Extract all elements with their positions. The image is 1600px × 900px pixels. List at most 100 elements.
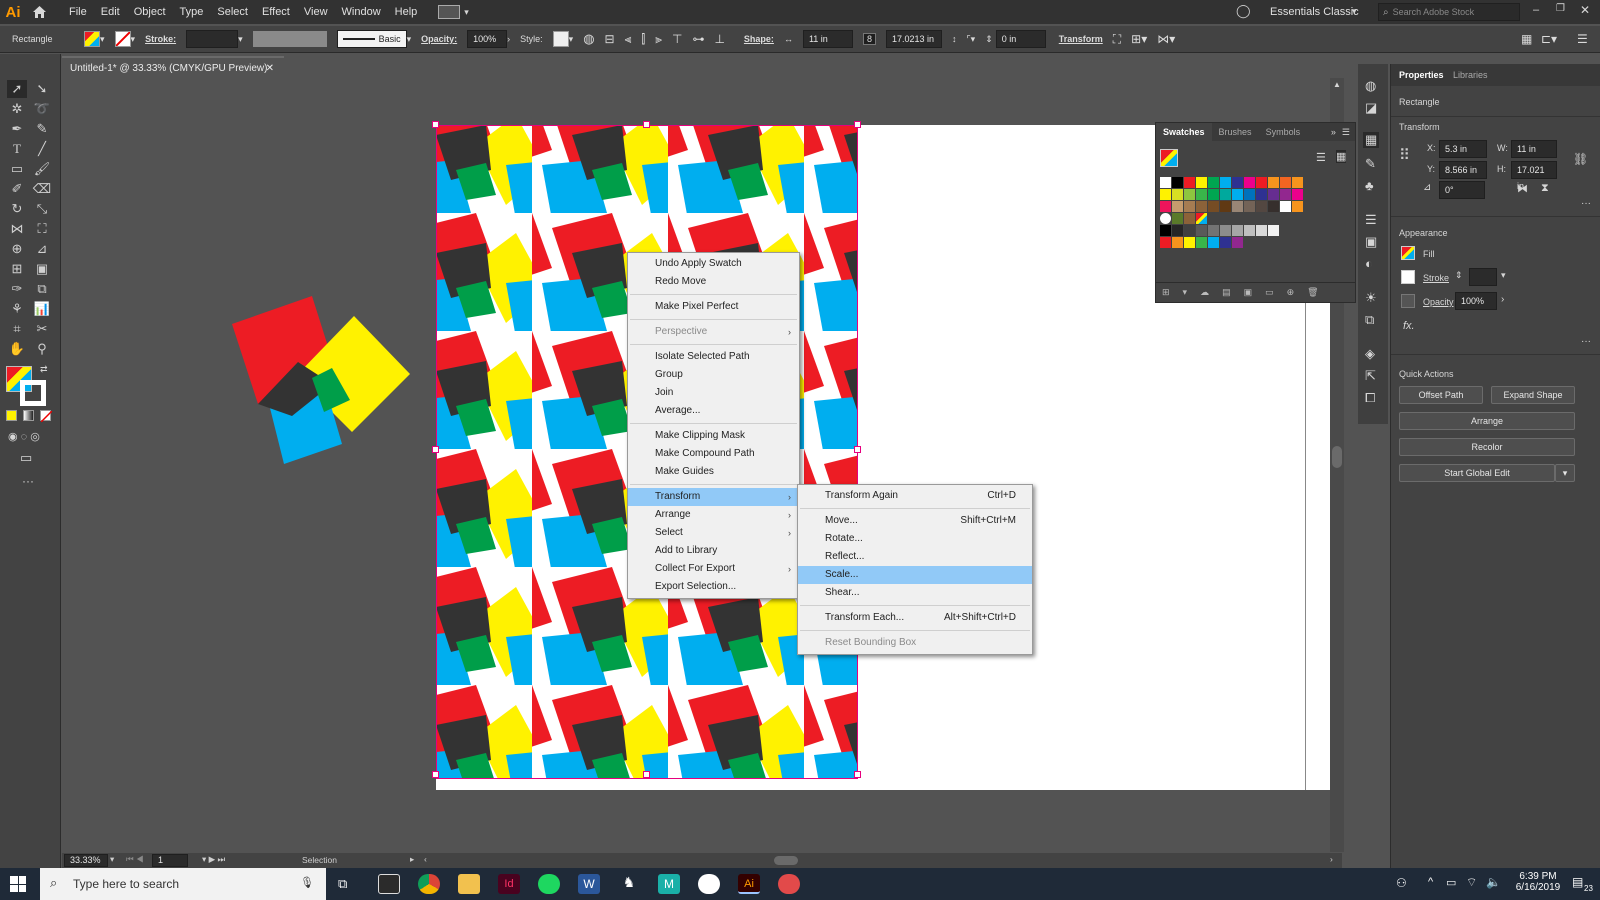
shape-builder-icon[interactable]: ⊕ xyxy=(7,240,27,258)
workspace-label[interactable]: Essentials Classic xyxy=(1270,0,1359,24)
swatch[interactable] xyxy=(1184,177,1195,188)
pen-tool-icon[interactable]: ✒ xyxy=(7,120,27,138)
home-icon[interactable] xyxy=(26,0,52,24)
swatch[interactable] xyxy=(1220,225,1231,236)
swatch[interactable] xyxy=(1184,237,1195,248)
align-vcenter-icon[interactable]: ⊶ xyxy=(692,32,704,46)
menu-item-undo-apply-swatch[interactable]: Undo Apply Swatch xyxy=(628,255,799,273)
swatch[interactable] xyxy=(1232,177,1243,188)
close-tab-icon[interactable]: ✕ xyxy=(266,58,274,80)
panel-layout-icon[interactable]: ⊏▾ xyxy=(1541,32,1557,46)
taskbar-search[interactable]: ⌕ Type here to search 🎙 xyxy=(40,868,326,900)
tray-chevron-icon[interactable]: ^ xyxy=(1428,876,1433,888)
swatch[interactable] xyxy=(1268,225,1279,236)
opacity-label[interactable]: Opacity xyxy=(1423,297,1454,307)
chrome-icon[interactable] xyxy=(418,874,440,894)
grid-view-icon[interactable]: ▦ xyxy=(1336,150,1347,163)
swatch[interactable] xyxy=(1196,213,1207,224)
pattern-tile-artwork[interactable] xyxy=(232,296,422,468)
swatch[interactable] xyxy=(1160,177,1171,188)
menu-item-transform[interactable]: Transform › xyxy=(628,488,799,506)
menu-item-add-to-library[interactable]: Add to Library xyxy=(628,542,799,560)
chevron-down-icon[interactable]: ▾ xyxy=(110,854,114,865)
document-tab[interactable]: Untitled-1* @ 33.33% (CMYK/GPU Preview) … xyxy=(62,56,284,78)
color-button[interactable] xyxy=(6,410,17,421)
start-global-edit-button[interactable]: Start Global Edit xyxy=(1399,464,1555,482)
hand-tool-icon[interactable]: ✋ xyxy=(7,340,27,358)
menu-item-move[interactable]: Move... Shift+Ctrl+M xyxy=(798,512,1032,530)
swatch[interactable] xyxy=(1160,237,1171,248)
swatch[interactable] xyxy=(1208,237,1219,248)
menu-item-average[interactable]: Average... xyxy=(628,402,799,420)
swatch[interactable] xyxy=(1268,177,1279,188)
tab-swatches[interactable]: Swatches xyxy=(1156,123,1212,141)
artboard-tool-icon[interactable]: ⌗ xyxy=(7,320,27,338)
chevron-right-icon[interactable]: › xyxy=(1501,294,1504,305)
selection-handle[interactable] xyxy=(432,121,439,128)
notifications-icon[interactable]: ▤ xyxy=(1572,875,1583,889)
menu-item-transform-again[interactable]: Transform Again Ctrl+D xyxy=(798,487,1032,505)
menu-item-make-compound-path[interactable]: Make Compound Path xyxy=(628,445,799,463)
transform-label[interactable]: Transform xyxy=(1059,34,1103,44)
swatch[interactable] xyxy=(1208,225,1219,236)
screen-mode-icon[interactable]: ▭ xyxy=(20,450,32,466)
menu-item-make-clipping-mask[interactable]: Make Clipping Mask xyxy=(628,427,799,445)
vivaldi-icon[interactable] xyxy=(698,874,720,894)
swatch[interactable] xyxy=(1256,201,1267,212)
curvature-tool-icon[interactable]: ✎ xyxy=(32,120,52,138)
swatch[interactable] xyxy=(1256,225,1267,236)
shaper-tool-icon[interactable]: ✐ xyxy=(7,180,27,198)
menu-item-rotate[interactable]: Rotate... xyxy=(798,530,1032,548)
stroke-swatch-icon[interactable] xyxy=(1401,270,1415,284)
width-field[interactable]: 11 in xyxy=(802,30,853,48)
swatch[interactable] xyxy=(1292,201,1303,212)
swatch[interactable] xyxy=(1280,201,1291,212)
swatch[interactable] xyxy=(1172,225,1183,236)
arrange-button[interactable]: Arrange xyxy=(1399,412,1575,430)
swatch[interactable] xyxy=(1232,237,1243,248)
align-top-icon[interactable]: ⊤ xyxy=(672,32,682,46)
swatch[interactable] xyxy=(1280,189,1291,200)
swatch[interactable] xyxy=(1184,213,1195,224)
swatch-options-icon[interactable]: ▤ xyxy=(1222,287,1231,298)
chevron-down-icon[interactable]: ▾ xyxy=(1501,270,1506,281)
trash-icon[interactable]: 🗑 xyxy=(1307,287,1318,298)
swatch[interactable] xyxy=(1184,189,1195,200)
draw-modes-icon[interactable]: ◉ ◌ ◎ xyxy=(8,430,40,443)
layers-icon[interactable]: ◈ xyxy=(1365,346,1375,362)
swatch[interactable] xyxy=(1160,213,1171,224)
mesh-tool-icon[interactable]: ⊞ xyxy=(7,260,27,278)
color-guide-icon[interactable]: ◪ xyxy=(1365,100,1377,116)
windows-start-icon[interactable] xyxy=(10,876,26,892)
workspace-switcher-icon[interactable] xyxy=(438,5,461,19)
scroll-left-icon[interactable]: ‹ xyxy=(424,854,427,864)
active-fill-stroke[interactable] xyxy=(1160,149,1178,167)
swatch[interactable] xyxy=(1232,225,1243,236)
scroll-thumb[interactable] xyxy=(1332,446,1342,468)
snip-tool-icon[interactable] xyxy=(778,874,800,894)
menu-file[interactable]: File xyxy=(62,0,94,24)
corner-type-icon[interactable]: ⌜▾ xyxy=(966,34,975,45)
align-right-icon[interactable]: ⫸ xyxy=(655,32,662,47)
slice-tool-icon[interactable]: ✂ xyxy=(32,320,52,338)
opacity-field[interactable]: 100% › xyxy=(467,30,510,48)
more-options-icon[interactable]: ··· xyxy=(1581,198,1591,209)
swatch[interactable] xyxy=(1220,201,1231,212)
eraser-icon[interactable]: ⌫ xyxy=(32,180,52,198)
color-group-icon[interactable]: ▣ xyxy=(1244,287,1253,298)
fx-button[interactable]: fx. xyxy=(1403,320,1415,332)
lasso-icon[interactable]: ➰ xyxy=(32,100,52,118)
lightbulb-icon[interactable]: ◯ xyxy=(1236,3,1251,19)
selection-tool-icon[interactable]: ➚ xyxy=(7,80,27,98)
align-bottom-icon[interactable]: ⊥ xyxy=(714,32,724,46)
status-menu-icon[interactable]: ▸ xyxy=(410,854,414,865)
rotate-tool-icon[interactable]: ↻ xyxy=(7,200,27,218)
swatch[interactable] xyxy=(1160,225,1171,236)
menu-item-redo-move[interactable]: Redo Move xyxy=(628,273,799,291)
swatch[interactable] xyxy=(1244,225,1255,236)
swatch[interactable] xyxy=(1220,189,1231,200)
swatch[interactable] xyxy=(1184,225,1195,236)
offset-path-button[interactable]: Offset Path xyxy=(1399,386,1483,404)
swatch[interactable] xyxy=(1172,213,1183,224)
graphic-styles-icon[interactable]: ⧉ xyxy=(1365,312,1374,328)
